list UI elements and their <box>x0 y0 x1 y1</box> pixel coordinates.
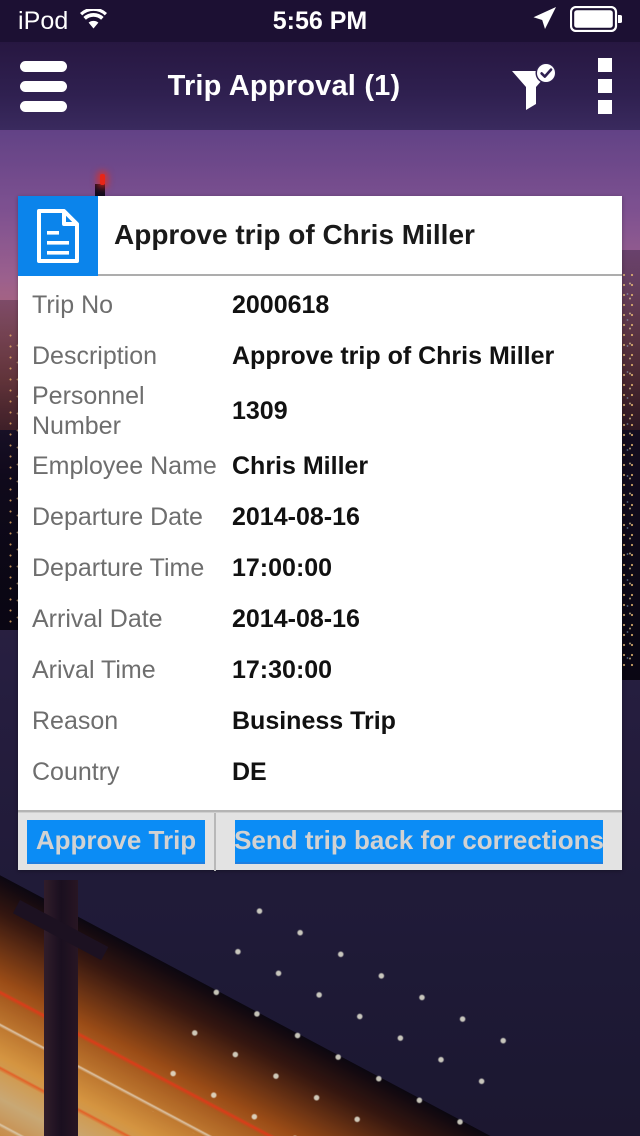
value-employee-name: Chris Miller <box>232 452 369 480</box>
send-back-for-corrections-button[interactable]: Send trip back for corrections <box>234 819 604 864</box>
overflow-dot-1 <box>598 58 612 72</box>
value-trip-no: 2000618 <box>232 291 330 319</box>
overflow-dot-3 <box>598 100 612 114</box>
approve-slot: Approve Trip <box>18 813 214 870</box>
document-icon <box>18 196 98 276</box>
detail-row-employee-name: Employee Name Chris Miller <box>18 441 622 492</box>
value-personnel-number: 1309 <box>232 397 288 425</box>
label-arrival-time: Arival Time <box>32 655 156 684</box>
status-bar-right <box>532 5 623 37</box>
value-arrival-time: 17:30:00 <box>232 656 333 684</box>
detail-row-reason: Reason Business Trip <box>18 696 622 747</box>
detail-row-departure-date: Departure Date 2014-08-16 <box>18 492 622 543</box>
value-arrival-date: 2014-08-16 <box>232 605 360 633</box>
card-title: Approve trip of Chris Miller <box>98 196 622 276</box>
overflow-dot-2 <box>598 79 612 93</box>
filter-check-icon[interactable] <box>494 42 570 130</box>
value-country: DE <box>232 758 267 786</box>
detail-row-country: Country DE <box>18 747 622 798</box>
detail-row-personnel-number: Personnel Number 1309 <box>18 382 622 441</box>
value-departure-time: 17:00:00 <box>232 554 333 582</box>
detail-row-trip-no: Trip No 2000618 <box>18 280 622 331</box>
detail-row-departure-time: Departure Time 17:00:00 <box>18 543 622 594</box>
menu-bar-3 <box>19 100 67 112</box>
menu-bar-2 <box>19 80 67 92</box>
label-departure-time: Departure Time <box>32 553 205 582</box>
wifi-icon <box>80 7 108 34</box>
page-title: Trip Approval (1) <box>167 69 401 102</box>
label-arrival-date: Arrival Date <box>32 604 163 633</box>
approve-trip-button[interactable]: Approve Trip <box>27 819 205 864</box>
overflow-menu-icon[interactable] <box>570 42 640 130</box>
detail-row-arrival-date: Arrival Date 2014-08-16 <box>18 594 622 645</box>
label-reason: Reason <box>32 706 119 735</box>
value-reason: Business Trip <box>232 707 396 735</box>
detail-row-arrival-time: Arival Time 17:30:00 <box>18 645 622 696</box>
card-header: Approve trip of Chris Miller <box>18 196 622 276</box>
value-description: Approve trip of Chris Miller <box>232 342 555 370</box>
label-departure-date: Departure Date <box>32 502 203 531</box>
status-bar: iPod 5:56 PM <box>0 0 640 42</box>
label-country: Country <box>32 757 120 786</box>
carrier-label: iPod <box>18 6 69 35</box>
trip-detail-card: Approve trip of Chris Miller Trip No 200… <box>18 196 622 871</box>
reject-slot: Send trip back for corrections <box>216 813 622 870</box>
navigation-bar: Trip Approval (1) <box>0 42 640 130</box>
trip-detail-list: Trip No 2000618 Description Approve trip… <box>18 276 622 806</box>
status-bar-left: iPod <box>18 6 108 36</box>
detail-row-description: Description Approve trip of Chris Miller <box>18 331 622 382</box>
label-personnel-number: Personnel Number <box>32 382 145 440</box>
location-arrow-icon <box>532 6 557 36</box>
action-bar: Approve Trip Send trip back for correcti… <box>18 812 622 871</box>
label-trip-no: Trip No <box>32 290 114 319</box>
label-employee-name: Employee Name <box>32 451 217 480</box>
battery-full-icon <box>569 5 623 37</box>
menu-bar-1 <box>19 60 67 72</box>
value-departure-date: 2014-08-16 <box>232 503 360 531</box>
label-description: Description <box>32 341 158 370</box>
